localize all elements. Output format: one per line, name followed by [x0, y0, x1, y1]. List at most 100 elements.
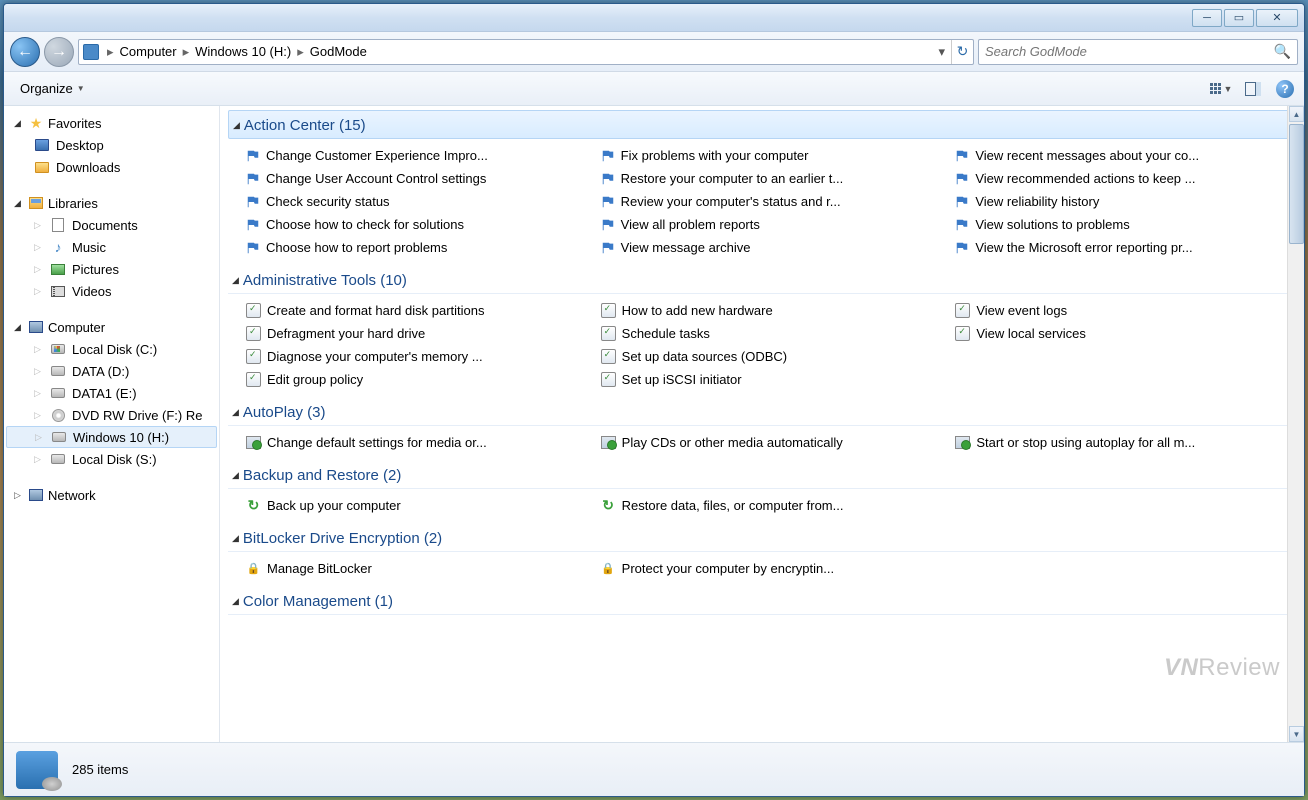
list-item[interactable]: Start or stop using autoplay for all m..…	[951, 432, 1296, 453]
list-item[interactable]: Fix problems with your computer	[597, 145, 942, 166]
list-item[interactable]: View all problem reports	[597, 214, 942, 235]
list-item[interactable]: Schedule tasks	[597, 323, 942, 344]
sidebar-item-downloads[interactable]: Downloads	[6, 156, 217, 178]
list-item[interactable]: View message archive	[597, 237, 942, 258]
list-item[interactable]: View recent messages about your co...	[951, 145, 1296, 166]
group-header[interactable]: ◢ AutoPlay (3)	[228, 398, 1296, 426]
list-item[interactable]: Choose how to check for solutions	[242, 214, 587, 235]
sidebar-item-desktop[interactable]: Desktop	[6, 134, 217, 156]
computer-header[interactable]: ◢ Computer	[6, 316, 217, 338]
expand-icon[interactable]: ▷	[34, 264, 44, 275]
breadcrumb-dropdown[interactable]: ▾	[932, 44, 951, 60]
expand-icon[interactable]: ▷	[34, 220, 44, 231]
organize-button[interactable]: Organize ▼	[12, 77, 95, 100]
close-button[interactable]: ✕	[1256, 9, 1298, 27]
list-item[interactable]: Edit group policy	[242, 369, 587, 390]
favorites-header[interactable]: ◢ ★ Favorites	[6, 112, 217, 134]
list-item[interactable]: View recommended actions to keep ...	[951, 168, 1296, 189]
expand-icon[interactable]: ▷	[34, 366, 44, 377]
maximize-button[interactable]: ▭	[1224, 9, 1254, 27]
expand-icon[interactable]: ▷	[34, 242, 44, 253]
libraries-header[interactable]: ◢ Libraries	[6, 192, 217, 214]
group-header[interactable]: ◢ Color Management (1)	[228, 587, 1296, 615]
forward-button[interactable]: →	[44, 37, 74, 67]
expand-icon[interactable]: ▷	[34, 388, 44, 399]
chevron-right-icon[interactable]: ▸	[107, 44, 114, 60]
list-item[interactable]: View local services	[951, 323, 1296, 344]
search-box[interactable]: 🔍	[978, 39, 1298, 65]
list-item[interactable]: View event logs	[951, 300, 1296, 321]
preview-pane-button[interactable]	[1242, 78, 1264, 100]
expand-icon[interactable]: ▷	[34, 410, 44, 421]
list-item[interactable]: View solutions to problems	[951, 214, 1296, 235]
list-item[interactable]: Change User Account Control settings	[242, 168, 587, 189]
item-label: View recent messages about your co...	[975, 148, 1199, 163]
search-input[interactable]	[985, 44, 1274, 59]
admin-tools-icon	[601, 303, 616, 318]
breadcrumb[interactable]: ▸ Computer ▸ Windows 10 (H:) ▸ GodMode ▾…	[78, 39, 974, 65]
group-title: Backup and Restore (2)	[243, 467, 401, 484]
sidebar-item-disk-d[interactable]: ▷ DATA (D:)	[6, 360, 217, 382]
scroll-thumb[interactable]	[1289, 124, 1304, 244]
list-item[interactable]: Change Customer Experience Impro...	[242, 145, 587, 166]
expand-icon[interactable]: ▷	[34, 286, 44, 297]
expand-icon[interactable]: ▷	[35, 432, 45, 443]
refresh-button[interactable]: ↻	[951, 40, 973, 64]
sidebar-item-pictures[interactable]: ▷ Pictures	[6, 258, 217, 280]
minimize-button[interactable]: ─	[1192, 9, 1222, 27]
expand-icon[interactable]: ▷	[14, 490, 24, 501]
group-header[interactable]: ◢ BitLocker Drive Encryption (2)	[228, 524, 1296, 552]
crumb-drive[interactable]: Windows 10 (H:)	[193, 42, 293, 61]
scroll-up-button[interactable]: ▲	[1289, 106, 1304, 122]
crumb-computer[interactable]: Computer	[118, 42, 179, 61]
disk-icon	[51, 454, 65, 464]
list-item[interactable]: How to add new hardware	[597, 300, 942, 321]
list-item[interactable]: Set up data sources (ODBC)	[597, 346, 942, 367]
sidebar-item-dvd-f[interactable]: ▷ DVD RW Drive (F:) Re	[6, 404, 217, 426]
network-header[interactable]: ▷ Network	[6, 484, 217, 506]
crumb-folder[interactable]: GodMode	[308, 42, 369, 61]
list-item[interactable]: Check security status	[242, 191, 587, 212]
expand-icon[interactable]: ▷	[34, 344, 44, 355]
list-item[interactable]: Diagnose your computer's memory ...	[242, 346, 587, 367]
list-item[interactable]: Restore your computer to an earlier t...	[597, 168, 942, 189]
computer-label: Computer	[48, 320, 105, 335]
scrollbar[interactable]: ▲ ▼	[1287, 106, 1304, 742]
sidebar-item-music[interactable]: ▷ ♪ Music	[6, 236, 217, 258]
chevron-right-icon[interactable]: ▸	[297, 44, 304, 60]
list-item[interactable]: Set up iSCSI initiator	[597, 369, 942, 390]
sidebar-item-documents[interactable]: ▷ Documents	[6, 214, 217, 236]
help-button[interactable]: ?	[1274, 78, 1296, 100]
scroll-down-button[interactable]: ▼	[1289, 726, 1304, 742]
sidebar-item-disk-c[interactable]: ▷ Local Disk (C:)	[6, 338, 217, 360]
collapse-icon: ◢	[232, 275, 239, 286]
list-item[interactable]: Change default settings for media or...	[242, 432, 587, 453]
group-title: BitLocker Drive Encryption (2)	[243, 530, 442, 547]
chevron-right-icon[interactable]: ▸	[183, 44, 190, 60]
expand-icon[interactable]: ▷	[34, 454, 44, 465]
list-item[interactable]: Back up your computer	[242, 495, 587, 516]
list-item[interactable]: Manage BitLocker	[242, 558, 587, 579]
list-item[interactable]: Defragment your hard drive	[242, 323, 587, 344]
group-header[interactable]: ◢ Backup and Restore (2)	[228, 461, 1296, 489]
sidebar-item-disk-s[interactable]: ▷ Local Disk (S:)	[6, 448, 217, 470]
list-item[interactable]: Play CDs or other media automatically	[597, 432, 942, 453]
admin-tools-icon	[246, 372, 261, 387]
list-item[interactable]: Choose how to report problems	[242, 237, 587, 258]
disk-icon	[51, 344, 65, 354]
sidebar-item-disk-e[interactable]: ▷ DATA1 (E:)	[6, 382, 217, 404]
search-icon[interactable]: 🔍	[1274, 43, 1291, 60]
sidebar-item-videos[interactable]: ▷ Videos	[6, 280, 217, 302]
list-item[interactable]: Protect your computer by encryptin...	[597, 558, 942, 579]
sidebar-item-disk-h[interactable]: ▷ Windows 10 (H:)	[6, 426, 217, 448]
list-item[interactable]: View the Microsoft error reporting pr...	[951, 237, 1296, 258]
list-item[interactable]: Create and format hard disk partitions	[242, 300, 587, 321]
group-header[interactable]: ◢ Administrative Tools (10)	[228, 266, 1296, 294]
view-options-button[interactable]: ▼	[1210, 78, 1232, 100]
group-header[interactable]: ◢ Action Center (15)	[228, 110, 1296, 139]
group-title: Action Center (15)	[244, 117, 366, 134]
list-item[interactable]: Restore data, files, or computer from...	[597, 495, 942, 516]
back-button[interactable]: ←	[10, 37, 40, 67]
list-item[interactable]: Review your computer's status and r...	[597, 191, 942, 212]
list-item[interactable]: View reliability history	[951, 191, 1296, 212]
